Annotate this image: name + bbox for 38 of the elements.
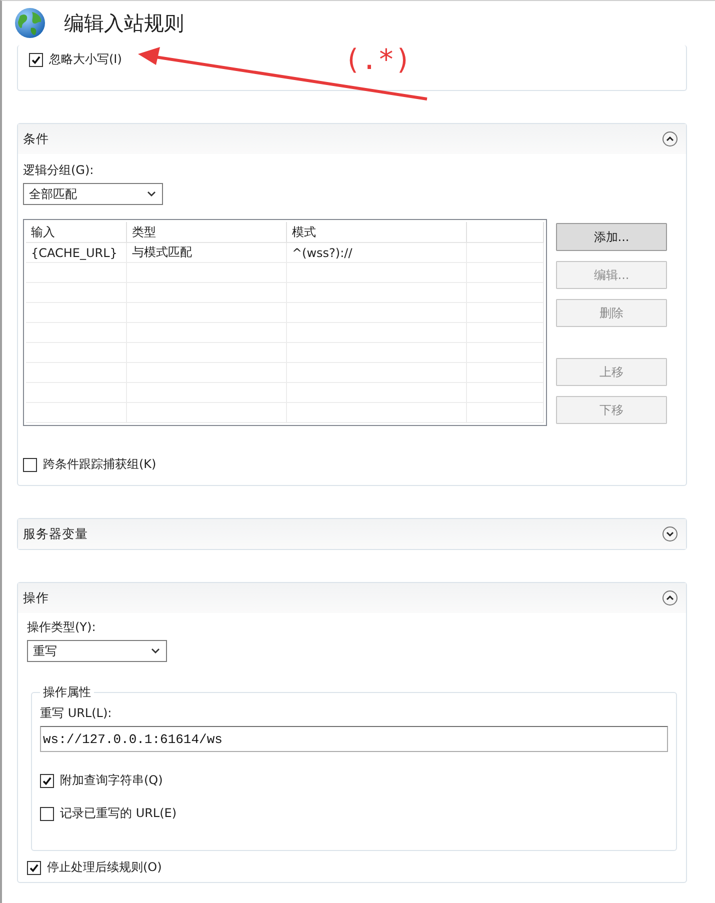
checkbox[interactable]: [23, 458, 37, 472]
table-cell: {CACHE_URL}: [26, 243, 127, 263]
checkbox[interactable]: [29, 52, 43, 66]
field-label: 操作类型(Y):: [27, 619, 97, 636]
field-label: 重写 URL(L):: [40, 705, 113, 722]
checkbox[interactable]: [40, 806, 54, 820]
collapse-icon[interactable]: [662, 131, 678, 147]
group-title: 操作属性: [42, 684, 92, 701]
section-title: 条件: [23, 130, 49, 148]
checkbox-label: 忽略大小写(I): [49, 51, 122, 68]
expand-icon[interactable]: [662, 526, 678, 542]
field-label: 逻辑分组(G):: [23, 162, 95, 179]
url-input[interactable]: ws://127.0.0.1:61614/ws: [40, 726, 668, 752]
checkbox-label: 记录已重写的 URL(E): [60, 805, 177, 822]
annotation-text: (.*): [344, 43, 412, 76]
collapse-icon[interactable]: [662, 590, 678, 606]
checkbox[interactable]: [40, 774, 54, 788]
column-header[interactable]: 类型: [127, 222, 287, 243]
section-header[interactable]: 操作: [18, 583, 686, 613]
checkbox-label: 停止处理后续规则(O): [47, 859, 162, 876]
checkbox-label: 附加查询字符串(Q): [60, 772, 163, 789]
section-title: 操作: [23, 590, 49, 606]
section-header[interactable]: 条件: [18, 124, 686, 154]
checkbox[interactable]: [27, 860, 41, 874]
dropdown[interactable]: 全部匹配: [23, 183, 163, 205]
column-header[interactable]: 输入: [26, 222, 127, 243]
table-cell: 与模式匹配: [127, 243, 287, 263]
caret-icon: [147, 191, 156, 197]
section-title: 服务器变量: [23, 526, 88, 542]
column-header[interactable]: 模式: [287, 222, 467, 243]
section-header[interactable]: 服务器变量: [18, 519, 686, 549]
dialog-title: 编辑入站规则: [64, 10, 184, 36]
globe-icon: [14, 7, 46, 39]
action-button[interactable]: 添加...: [556, 223, 667, 251]
caret-icon: [151, 648, 160, 654]
table-cell: ^(wss?)://: [287, 243, 467, 263]
checkbox-label: 跨条件跟踪捕获组(K): [43, 456, 156, 473]
dropdown[interactable]: 重写: [27, 640, 167, 662]
